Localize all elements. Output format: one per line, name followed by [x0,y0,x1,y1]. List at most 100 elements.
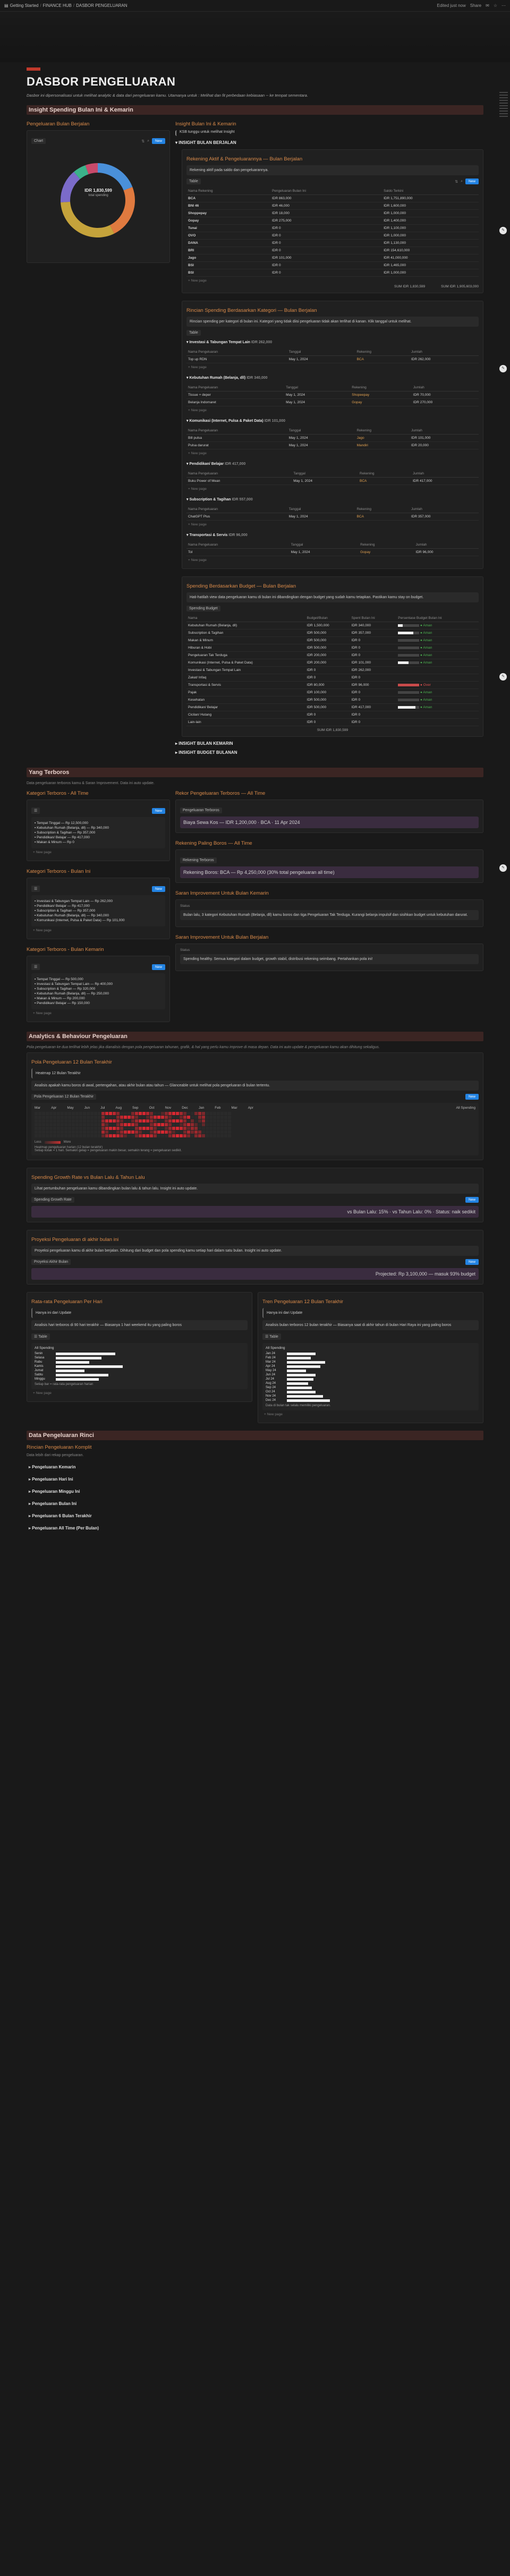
heatmap-cell[interactable] [224,1112,227,1115]
heatmap-cell[interactable] [131,1134,134,1137]
heatmap-cell[interactable] [113,1112,116,1115]
heatmap-cell[interactable] [209,1123,212,1126]
col-header[interactable]: Jumlah [409,506,479,513]
col-header[interactable]: Rekening [355,506,410,513]
search-icon[interactable]: ⌕ [461,180,463,184]
heatmap-cell[interactable] [64,1119,67,1123]
heatmap-cell[interactable] [187,1112,190,1115]
heatmap-cell[interactable] [72,1134,75,1137]
heatmap-cell[interactable] [128,1119,131,1123]
heatmap-cell[interactable] [46,1127,49,1130]
heatmap-cell[interactable] [57,1112,60,1115]
col-header[interactable]: Jumlah [411,384,479,392]
new-button[interactable]: New [465,1197,479,1203]
table-row[interactable]: Kebutuhan Rumah (Belanja, dll) IDR 1,500,… [186,622,479,630]
heatmap-cell[interactable] [72,1130,75,1134]
heatmap-cell[interactable] [161,1112,164,1115]
col-header[interactable]: Persentase Budget Bulan Ini [396,615,479,622]
list-item[interactable]: ▪ Kebutuhan Rumah (Belanja, dll) — Rp 34… [35,914,162,917]
col-header[interactable]: Tanggal [289,541,359,549]
heatmap-cell[interactable] [90,1127,94,1130]
heatmap-cell[interactable] [139,1130,142,1134]
heatmap-cell[interactable] [191,1127,194,1130]
heatmap-cell[interactable] [61,1127,64,1130]
heatmap-cell[interactable] [172,1127,175,1130]
heatmap-cell[interactable] [101,1112,105,1115]
heatmap-cell[interactable] [187,1116,190,1119]
heatmap-cell[interactable] [187,1123,190,1126]
heatmap-cell[interactable] [120,1116,123,1119]
heatmap-cell[interactable] [183,1119,186,1123]
kategori-view-tab[interactable]: Table [186,330,201,336]
heatmap-cell[interactable] [53,1127,56,1130]
table-row[interactable]: Transportasi & Servis IDR 80,000 IDR 96,00… [186,681,479,689]
heatmap-cell[interactable] [206,1123,209,1126]
heatmap-cell[interactable] [161,1123,164,1126]
heatmap-cell[interactable] [154,1112,157,1115]
heatmap-cell[interactable] [168,1134,172,1137]
heatmap-cell[interactable] [194,1119,198,1123]
heatmap-cell[interactable] [83,1134,86,1137]
heatmap-cell[interactable] [57,1127,60,1130]
heatmap-cell[interactable] [49,1112,53,1115]
heatmap-cell[interactable] [90,1134,94,1137]
heatmap-cell[interactable] [83,1123,86,1126]
table-row[interactable]: Tol May 1, 2024 Gopay IDR 96,000 [186,548,479,556]
heatmap-cell[interactable] [194,1112,198,1115]
heatmap-cell[interactable] [146,1116,149,1119]
heatmap-cell[interactable] [161,1119,164,1123]
new-page-row[interactable]: + New page [186,521,479,529]
heatmap-cell[interactable] [180,1112,183,1115]
table-row[interactable]: Belanja Indomaret May 1, 2024 Gopay IDR 270… [186,398,479,406]
heatmap-cell[interactable] [83,1116,86,1119]
heatmap-cell[interactable] [105,1116,108,1119]
heatmap-cell[interactable] [191,1112,194,1115]
heatmap-cell[interactable] [35,1130,38,1134]
heatmap-cell[interactable] [42,1123,45,1126]
heatmap-cell[interactable] [139,1127,142,1130]
heatmap-cell[interactable] [146,1112,149,1115]
heatmap-cell[interactable] [46,1116,49,1119]
heatmap-cell[interactable] [191,1123,194,1126]
heatmap-cell[interactable] [87,1134,90,1137]
col-header[interactable]: Rekening [359,541,414,549]
heatmap-cell[interactable] [98,1116,101,1119]
table-row[interactable]: BCA IDR 863,000 IDR 1,751,890,000 [186,194,479,202]
heatmap-cell[interactable] [176,1123,179,1126]
heatmap-cell[interactable] [90,1123,94,1126]
heatmap-cell[interactable] [154,1127,157,1130]
heatmap-cell[interactable] [38,1112,41,1115]
comment-bubble[interactable]: ✎ [499,227,507,234]
group-header[interactable]: ▾ Transportasi & Servis IDR 96,000 [186,533,479,537]
heatmap-cell[interactable] [224,1127,227,1130]
growth-tab[interactable]: Spending Growth Rate [31,1197,74,1203]
new-page-row[interactable]: + New page [186,406,479,414]
heatmap-cell[interactable] [128,1130,131,1134]
heatmap-cell[interactable] [49,1127,53,1130]
heatmap-cell[interactable] [165,1116,168,1119]
heatmap-cell[interactable] [220,1130,224,1134]
table-row[interactable]: Zakat/ Infaq IDR 0 IDR 0 [186,674,479,682]
new-page-row[interactable]: + New page [186,485,479,493]
heatmap-cell[interactable] [57,1130,60,1134]
col-header[interactable]: Spent Bulan Ini [350,615,397,622]
heatmap-cell[interactable] [135,1116,138,1119]
table-row[interactable]: Top up RDN May 1, 2024 BCA IDR 262,000 [186,355,479,363]
table-row[interactable]: Investasi & Tabungan Tempat Lain IDR 0 IDR… [186,666,479,674]
col-header[interactable]: Jumlah [409,427,479,435]
col-header[interactable]: Nama [186,615,305,622]
col-header[interactable]: Jumlah [409,348,479,356]
breadcrumb-item-3[interactable]: DASBOR PENGELUARAN [76,3,127,8]
heatmap-cell[interactable] [131,1123,134,1126]
heatmap-cell[interactable] [198,1127,201,1130]
heatmap-cell[interactable] [46,1134,49,1137]
heatmap-cell[interactable] [154,1130,157,1134]
heatmap-cell[interactable] [35,1116,38,1119]
heatmap-cell[interactable] [90,1130,94,1134]
heatmap-cell[interactable] [180,1123,183,1126]
heatmap-cell[interactable] [42,1134,45,1137]
heatmap-cell[interactable] [176,1127,179,1130]
heatmap-cell[interactable] [90,1119,94,1123]
heatmap-cell[interactable] [191,1119,194,1123]
heatmap-cell[interactable] [64,1134,67,1137]
